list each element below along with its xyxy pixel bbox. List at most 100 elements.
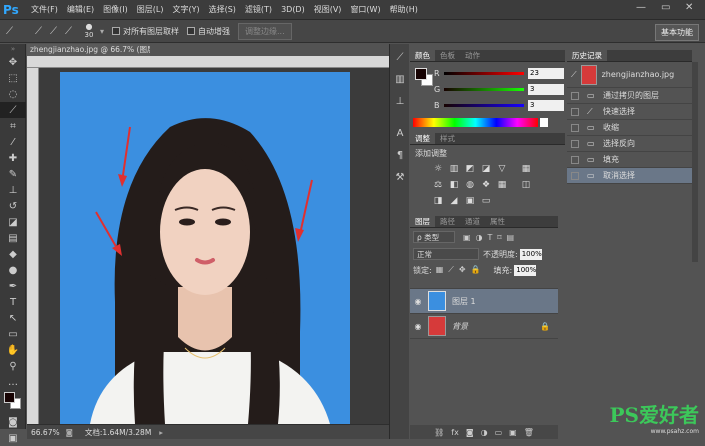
- brightness-icon[interactable]: ☼: [432, 163, 444, 175]
- pen-tool-icon[interactable]: ✒: [0, 278, 26, 294]
- history-item[interactable]: ⟋ 快速选择: [567, 104, 692, 120]
- color-swatches[interactable]: [0, 390, 26, 414]
- history-source-checkbox[interactable]: [571, 155, 579, 164]
- photo-filter-icon[interactable]: ◍: [464, 179, 476, 191]
- tab-actions[interactable]: 动作: [460, 50, 485, 61]
- tab-color[interactable]: 颜色: [410, 50, 435, 61]
- healing-tool-icon[interactable]: ✚: [0, 150, 26, 166]
- history-item[interactable]: ▭ 通过拷贝的图层: [567, 88, 692, 104]
- menu-3d[interactable]: 3D(D): [281, 5, 305, 14]
- screen-mode-icon[interactable]: ▣: [0, 430, 26, 446]
- document-photo[interactable]: [60, 72, 350, 424]
- eye-icon[interactable]: ◉: [410, 297, 426, 306]
- threshold-icon[interactable]: ◢: [448, 195, 460, 207]
- sample-all-checkbox[interactable]: [112, 27, 121, 35]
- history-scrollbar[interactable]: [692, 62, 698, 262]
- minimize-icon[interactable]: —: [636, 2, 646, 13]
- document-tab[interactable]: zhengjianzhao.jpg @ 66.7% (图层 1, RGB/8#)…: [27, 44, 150, 56]
- shape-tool-icon[interactable]: ▭: [0, 326, 26, 342]
- menu-image[interactable]: 图像(I): [103, 4, 128, 15]
- history-source-checkbox[interactable]: [571, 123, 579, 132]
- tab-properties[interactable]: 属性: [485, 216, 510, 227]
- new-selection-icon[interactable]: ⟋: [35, 26, 42, 37]
- clone-source-icon[interactable]: ⊥: [390, 92, 410, 110]
- gradient-map-icon[interactable]: ▭: [480, 195, 492, 207]
- layer-filter-icons[interactable]: ▣◑T⌑▤: [463, 233, 519, 242]
- green-slider[interactable]: [444, 87, 524, 91]
- blur-tool-icon[interactable]: ◆: [0, 246, 26, 262]
- green-value[interactable]: 3: [528, 83, 564, 95]
- history-source-checkbox[interactable]: [571, 139, 579, 148]
- move-tool-icon[interactable]: ✥: [0, 54, 26, 70]
- menu-window[interactable]: 窗口(W): [350, 4, 380, 15]
- auto-enhance-checkbox[interactable]: [187, 27, 196, 35]
- channel-mixer-icon[interactable]: ❖: [480, 179, 492, 191]
- red-slider[interactable]: [444, 71, 524, 75]
- new-layer-icon[interactable]: ▣: [509, 428, 517, 437]
- history-item[interactable]: ▭ 收缩: [567, 120, 692, 136]
- type-tool-icon[interactable]: T: [0, 294, 26, 310]
- status-menu-icon[interactable]: ▸: [159, 428, 163, 437]
- history-item[interactable]: ▭ 填充: [567, 152, 692, 168]
- vibrance-icon[interactable]: ▽: [496, 163, 508, 175]
- quick-select-tool-icon[interactable]: ⟋: [6, 26, 13, 37]
- lock-icons[interactable]: ▦⟋✥🔒: [436, 265, 486, 275]
- blend-mode-dropdown[interactable]: 正常: [413, 248, 479, 260]
- canvas-area[interactable]: [39, 68, 389, 424]
- delete-layer-icon[interactable]: 🗑: [524, 428, 534, 437]
- subtract-selection-icon[interactable]: ⟋: [65, 26, 72, 37]
- menu-select[interactable]: 选择(S): [209, 4, 236, 15]
- menu-help[interactable]: 帮助(H): [390, 4, 418, 15]
- eraser-tool-icon[interactable]: ◪: [0, 214, 26, 230]
- tab-adjustments[interactable]: 调整: [410, 133, 435, 144]
- zoom-level[interactable]: 66.67%: [31, 428, 60, 437]
- blue-slider[interactable]: [444, 103, 524, 107]
- exposure-icon[interactable]: ◪: [480, 163, 492, 175]
- add-selection-icon[interactable]: ⟋: [50, 26, 57, 37]
- brush-presets-icon[interactable]: ▥: [390, 70, 410, 88]
- status-bar-icon[interactable]: ◙: [66, 428, 73, 437]
- menu-filter[interactable]: 滤镜(T): [245, 4, 272, 15]
- tab-history[interactable]: 历史记录: [567, 50, 607, 61]
- menu-file[interactable]: 文件(F): [31, 4, 58, 15]
- close-icon[interactable]: ✕: [685, 2, 693, 13]
- history-brush-source-icon[interactable]: ⟋: [571, 70, 577, 80]
- opacity-input[interactable]: 100%: [519, 248, 542, 260]
- color-lookup-icon[interactable]: ▦: [496, 179, 508, 191]
- layer-row-background[interactable]: ◉ 背景 🔒: [410, 314, 558, 339]
- paragraph-panel-icon[interactable]: ¶: [390, 146, 410, 164]
- lasso-tool-icon[interactable]: ◌: [0, 86, 26, 102]
- levels-icon[interactable]: ▥: [448, 163, 460, 175]
- fill-input[interactable]: 100%: [514, 264, 536, 276]
- red-value[interactable]: 23: [528, 67, 564, 79]
- marquee-tool-icon[interactable]: ⬚: [0, 70, 26, 86]
- color-foreground-swatch[interactable]: [415, 68, 427, 80]
- menu-edit[interactable]: 编辑(E): [67, 4, 94, 15]
- selective-color-icon[interactable]: ▣: [464, 195, 476, 207]
- tab-paths[interactable]: 路径: [435, 216, 460, 227]
- curves-icon[interactable]: ◩: [464, 163, 476, 175]
- hue-saturation-icon[interactable]: ▦: [520, 163, 532, 175]
- history-source-checkbox[interactable]: [571, 107, 579, 116]
- brush-panel-icon[interactable]: ⟋: [390, 48, 410, 66]
- history-item[interactable]: ▭ 选择反向: [567, 136, 692, 152]
- maximize-icon[interactable]: ▭: [661, 2, 670, 13]
- blue-value[interactable]: 3: [528, 99, 564, 111]
- new-group-icon[interactable]: ▭: [495, 428, 503, 437]
- clone-stamp-tool-icon[interactable]: ⊥: [0, 182, 26, 198]
- tool-presets-icon[interactable]: ⚒: [390, 168, 410, 186]
- tab-styles[interactable]: 样式: [435, 133, 460, 144]
- crop-tool-icon[interactable]: ⌗: [0, 118, 26, 134]
- brush-picker[interactable]: ● 30: [80, 23, 98, 40]
- invert-icon[interactable]: ◫: [520, 179, 532, 191]
- brush-dropdown-icon[interactable]: ▾: [100, 27, 104, 36]
- path-select-tool-icon[interactable]: ↖: [0, 310, 26, 326]
- menu-layer[interactable]: 图层(L): [137, 4, 164, 15]
- brush-tool-icon[interactable]: ✎: [0, 166, 26, 182]
- add-mask-icon[interactable]: ◙: [466, 428, 474, 437]
- history-brush-tool-icon[interactable]: ↺: [0, 198, 26, 214]
- color-balance-icon[interactable]: ⚖: [432, 179, 444, 191]
- tab-channels[interactable]: 通道: [460, 216, 485, 227]
- white-swatch[interactable]: [540, 118, 548, 127]
- layer-row-1[interactable]: ◉ 图层 1: [410, 289, 558, 314]
